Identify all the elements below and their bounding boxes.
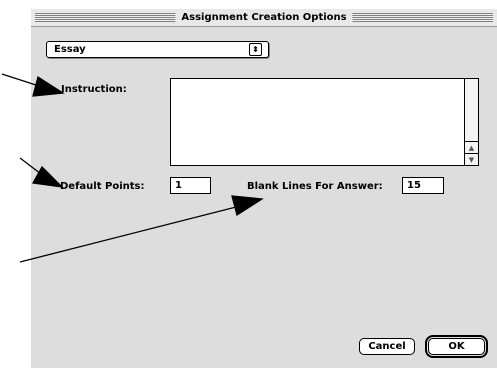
blank-lines-callout-arrowhead bbox=[231, 195, 264, 217]
blank-lines-callout-line bbox=[19, 205, 241, 263]
instruction-callout-arrowhead bbox=[32, 75, 65, 97]
points-callout-arrowhead bbox=[31, 165, 64, 188]
callout-arrows bbox=[1, 73, 264, 263]
